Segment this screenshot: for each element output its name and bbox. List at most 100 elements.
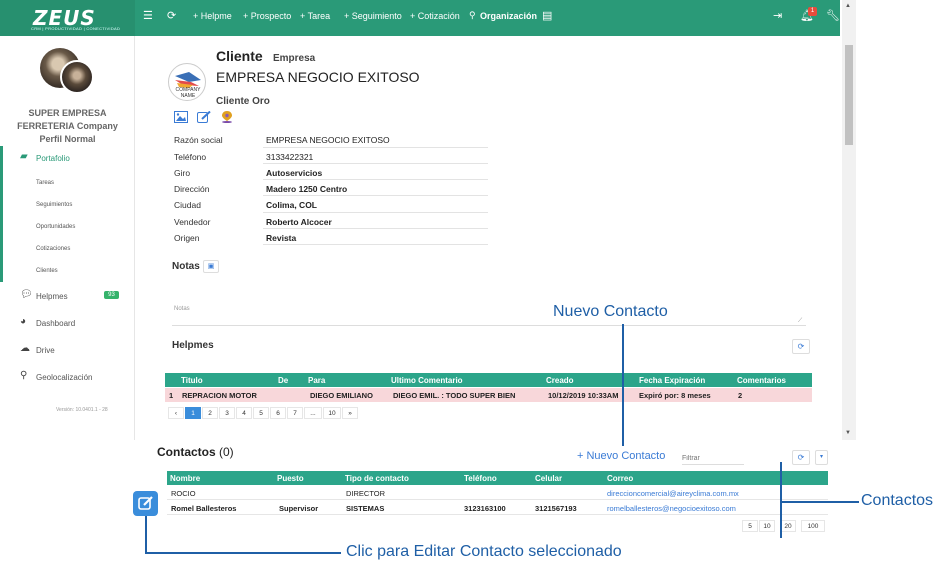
new-contact-button[interactable]: + Nuevo Contacto bbox=[577, 450, 665, 462]
page-next[interactable]: » bbox=[342, 407, 358, 419]
version-label: Versión: 10.0401.1 - 28 bbox=[56, 407, 108, 413]
page-5[interactable]: 5 bbox=[253, 407, 269, 419]
col-ultimo-comentario[interactable]: Ultimo Comentario bbox=[391, 376, 463, 385]
image-icon[interactable] bbox=[174, 111, 188, 123]
calendar-icon[interactable]: ▤ bbox=[542, 9, 552, 22]
edit-contact-button[interactable] bbox=[133, 491, 158, 516]
col-tipo-contacto[interactable]: Tipo de contacto bbox=[345, 474, 409, 483]
page-prev[interactable]: ‹ bbox=[168, 407, 184, 419]
cell-expira: Expiró por: 8 meses bbox=[639, 391, 711, 400]
field-value-razon-social: EMPRESA NEGOCIO EXITOSO bbox=[266, 135, 390, 145]
nav-new-cotizacion[interactable]: + Cotización bbox=[410, 11, 460, 21]
company-line1: SUPER EMPRESA bbox=[28, 108, 107, 118]
client-type: Empresa bbox=[273, 53, 316, 64]
col-fecha-expiracion[interactable]: Fecha Expiración bbox=[639, 376, 705, 385]
edit-icon[interactable] bbox=[197, 111, 211, 123]
client-level: Cliente Oro bbox=[216, 96, 270, 107]
cell-correo[interactable]: romelballesteros@negocioexitoso.com bbox=[607, 504, 736, 513]
col-comentarios[interactable]: Comentarios bbox=[737, 376, 786, 385]
sidebar-item-tareas[interactable]: Tareas bbox=[36, 180, 54, 186]
sidebar-item-seguimientos[interactable]: Seguimientos bbox=[36, 202, 72, 208]
search-icon[interactable]: ⚲ bbox=[469, 10, 476, 21]
page-1[interactable]: 1 bbox=[185, 407, 201, 419]
contacts-options-dropdown[interactable]: ▾ bbox=[815, 450, 828, 465]
page-7[interactable]: 7 bbox=[287, 407, 303, 419]
cell-puesto: Supervisor bbox=[279, 504, 319, 513]
logout-icon[interactable]: ⇥ bbox=[773, 9, 782, 22]
cell-nombre: ROCIO bbox=[171, 489, 196, 498]
scroll-up-icon[interactable]: ▲ bbox=[845, 3, 851, 9]
helpmes-count-badge: 93 bbox=[104, 291, 119, 299]
field-value-vendedor: Roberto Alcocer bbox=[266, 217, 332, 227]
scroll-down-icon[interactable]: ▼ bbox=[845, 430, 851, 436]
helpmes-refresh-button[interactable]: ⟳ bbox=[792, 339, 810, 354]
table-row[interactable]: ROCIO DIRECTOR direccioncomercial@aireyc… bbox=[167, 486, 828, 500]
cell-correo[interactable]: direccioncomercial@aireyclima.com.mx bbox=[607, 489, 739, 498]
nav-new-prospecto[interactable]: + Prospecto bbox=[243, 11, 291, 21]
page-2[interactable]: 2 bbox=[202, 407, 218, 419]
sidebar-item-clientes[interactable]: Clientes bbox=[36, 268, 58, 274]
col-correo[interactable]: Correo bbox=[607, 474, 633, 483]
sidebar-item-helpmes[interactable]: Helpmes bbox=[36, 292, 68, 301]
nav-new-seguimiento[interactable]: + Seguimiento bbox=[344, 11, 402, 21]
page-3[interactable]: 3 bbox=[219, 407, 235, 419]
col-titulo[interactable]: Titulo bbox=[181, 376, 203, 385]
page-6[interactable]: 6 bbox=[270, 407, 286, 419]
field-divider bbox=[263, 179, 488, 180]
nav-organizacion[interactable]: Organización bbox=[480, 11, 537, 21]
nav-new-tarea[interactable]: + Tarea bbox=[300, 11, 330, 21]
location-pin-icon[interactable] bbox=[220, 111, 234, 123]
page-size-5[interactable]: 5 bbox=[742, 520, 758, 532]
sidebar-item-portafolio[interactable]: Portafolio bbox=[36, 154, 70, 163]
app-window: { "topbar": { "logo": "ZEUS", "logo_sub"… bbox=[0, 0, 945, 566]
scroll-thumb[interactable] bbox=[845, 45, 853, 145]
sidebar-item-oportunidades[interactable]: Oportunidades bbox=[36, 224, 75, 230]
col-nombre[interactable]: Nombre bbox=[170, 474, 200, 483]
contacts-count: (0) bbox=[219, 445, 234, 459]
page-ellipsis[interactable]: ... bbox=[304, 407, 322, 419]
sidebar-item-dashboard[interactable]: Dashboard bbox=[36, 319, 75, 328]
contacts-filter-input[interactable] bbox=[682, 451, 744, 465]
table-row[interactable]: 1 REPRACION MOTOR DIEGO EMILIANO DIEGO E… bbox=[165, 388, 812, 402]
col-telefono[interactable]: Teléfono bbox=[464, 474, 497, 483]
field-label-razon-social: Razón social bbox=[174, 135, 223, 145]
wrench-icon[interactable]: 🔧︎ bbox=[826, 9, 840, 22]
cell-comentario: DIEGO EMIL. : TODO SUPER BIEN bbox=[393, 391, 516, 400]
nav-new-helpme[interactable]: + Helpme bbox=[193, 11, 232, 21]
contacts-refresh-button[interactable]: ⟳ bbox=[792, 450, 810, 465]
page-10[interactable]: 10 bbox=[323, 407, 341, 419]
notes-textarea[interactable] bbox=[172, 270, 806, 326]
field-divider bbox=[263, 212, 488, 213]
field-divider bbox=[263, 228, 488, 229]
field-divider bbox=[263, 163, 488, 164]
refresh-icon[interactable]: ⟳ bbox=[167, 9, 176, 22]
annotation-line bbox=[145, 552, 341, 554]
helpmes-table-header: Titulo De Para Ultimo Comentario Creado … bbox=[165, 373, 812, 387]
cell-telefono: 3123163100 bbox=[464, 504, 506, 513]
page-size-100[interactable]: 100 bbox=[801, 520, 825, 532]
sidebar-item-geolocalizacion[interactable]: Geolocalización bbox=[36, 373, 92, 382]
resize-handle-icon[interactable]: ⟋ bbox=[798, 318, 802, 325]
client-logo: COMPANY NAME bbox=[168, 63, 206, 101]
avatar-secondary bbox=[60, 60, 94, 94]
col-para[interactable]: Para bbox=[308, 376, 325, 385]
table-row[interactable]: Romel Ballesteros Supervisor SISTEMAS 31… bbox=[167, 501, 828, 515]
col-creado[interactable]: Creado bbox=[546, 376, 574, 385]
col-puesto[interactable]: Puesto bbox=[277, 474, 304, 483]
sidebar-item-drive[interactable]: Drive bbox=[36, 346, 55, 355]
page-4[interactable]: 4 bbox=[236, 407, 252, 419]
col-celular[interactable]: Celular bbox=[535, 474, 562, 483]
notification-badge: 1 bbox=[808, 7, 817, 16]
page-size-20[interactable]: 20 bbox=[780, 520, 796, 532]
field-label-giro: Giro bbox=[174, 168, 191, 178]
page-size-10[interactable]: 10 bbox=[759, 520, 775, 532]
cell-comentarios: 2 bbox=[738, 391, 743, 400]
menu-toggle-icon[interactable]: ☰ bbox=[143, 9, 153, 22]
logo[interactable]: ZEUS CRM | PRODUCTIVIDAD | CONECTIVIDAD bbox=[0, 0, 135, 36]
sidebar-item-cotizaciones[interactable]: Cotizaciones bbox=[36, 246, 70, 252]
field-value-origen: Revista bbox=[266, 233, 297, 243]
col-de[interactable]: De bbox=[278, 376, 288, 385]
annotation-line bbox=[780, 462, 782, 538]
cloud-icon: ☁ bbox=[20, 343, 30, 354]
notes-underline bbox=[172, 325, 806, 326]
